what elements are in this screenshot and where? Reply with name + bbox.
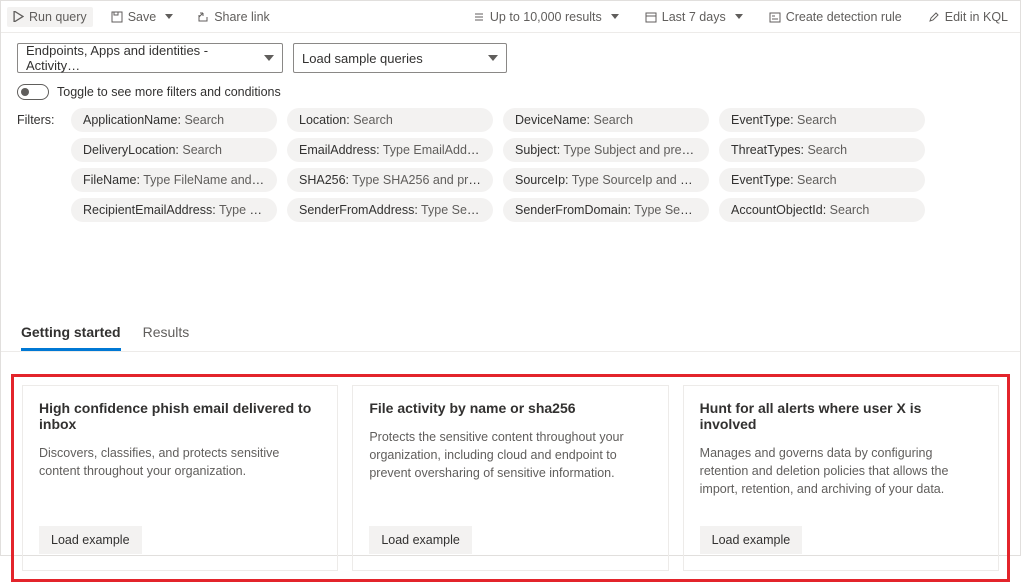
filter-pill[interactable]: DeviceName: Search <box>503 108 709 132</box>
filter-key: SenderFromAddress: <box>299 203 421 217</box>
chevron-down-icon <box>488 55 498 61</box>
filter-value: Type Sende… <box>634 203 709 217</box>
example-card-title: High confidence phish email delivered to… <box>39 400 321 432</box>
filters-toggle-label: Toggle to see more filters and condition… <box>57 85 281 99</box>
filters-toggle[interactable] <box>17 84 49 100</box>
filter-value: Search <box>182 143 222 157</box>
filter-value: Search <box>353 113 393 127</box>
tab-results[interactable]: Results <box>143 318 190 351</box>
results-limit-button[interactable]: Up to 10,000 results <box>467 7 625 27</box>
filter-key: EventType: <box>731 173 797 187</box>
time-range-label: Last 7 days <box>662 10 726 24</box>
filter-value: Type SHA256 and pres… <box>352 173 493 187</box>
filter-key: SenderFromDomain: <box>515 203 634 217</box>
filter-value: Type SourceIp and pre… <box>572 173 709 187</box>
create-rule-label: Create detection rule <box>786 10 902 24</box>
filter-value: Type FileName and pr… <box>143 173 277 187</box>
filter-value: Type Subject and press … <box>563 143 709 157</box>
filters-area: Filters:ApplicationName: SearchLocation:… <box>1 106 1020 222</box>
play-icon <box>13 11 24 22</box>
list-icon <box>473 11 485 23</box>
calendar-icon <box>645 11 657 23</box>
filter-key: EmailAddress: <box>299 143 383 157</box>
run-query-button[interactable]: Run query <box>7 7 93 27</box>
example-card-desc: Manages and governs data by configuring … <box>700 444 982 498</box>
pencil-icon <box>928 11 940 23</box>
filter-pill[interactable]: RecipientEmailAddress: Type Rec… <box>71 198 277 222</box>
filter-key: DeliveryLocation: <box>83 143 182 157</box>
filter-key: EventType: <box>731 113 797 127</box>
filter-value: Search <box>594 113 634 127</box>
load-example-button[interactable]: Load example <box>700 526 803 554</box>
filter-value: Search <box>797 113 837 127</box>
save-button[interactable]: Save <box>105 7 180 27</box>
load-example-button[interactable]: Load example <box>369 526 472 554</box>
filter-key: RecipientEmailAddress: <box>83 203 219 217</box>
filter-value: Type Send… <box>421 203 493 217</box>
filters-toggle-row: Toggle to see more filters and condition… <box>1 81 1020 106</box>
run-query-label: Run query <box>29 10 87 24</box>
filters-label: Filters: <box>17 113 61 127</box>
filter-key: FileName: <box>83 173 143 187</box>
results-limit-label: Up to 10,000 results <box>490 10 602 24</box>
top-toolbar: Run query Save Share link Up to 10,000 r… <box>1 1 1020 33</box>
filter-pill[interactable]: EventType: Search <box>719 168 925 192</box>
sample-queries-label: Load sample queries <box>302 51 423 66</box>
share-link-label: Share link <box>214 10 270 24</box>
example-card-title: Hunt for all alerts where user X is invo… <box>700 400 982 432</box>
query-scope-row: Endpoints, Apps and identities - Activit… <box>1 33 1020 81</box>
filter-pill[interactable]: SourceIp: Type SourceIp and pre… <box>503 168 709 192</box>
example-card-desc: Discovers, classifies, and protects sens… <box>39 444 321 480</box>
filter-key: DeviceName: <box>515 113 594 127</box>
filter-value: Type Rec… <box>219 203 277 217</box>
share-link-button[interactable]: Share link <box>191 7 276 27</box>
examples-region: High confidence phish email delivered to… <box>11 374 1010 582</box>
filter-value: Search <box>797 173 837 187</box>
example-card: File activity by name or sha256 Protects … <box>352 385 668 571</box>
filter-key: Location: <box>299 113 353 127</box>
filter-value: Search <box>830 203 870 217</box>
filter-pill[interactable]: Location: Search <box>287 108 493 132</box>
filter-pill[interactable]: SenderFromAddress: Type Send… <box>287 198 493 222</box>
chevron-down-icon <box>264 55 274 61</box>
filter-key: Subject: <box>515 143 563 157</box>
edit-kql-label: Edit in KQL <box>945 10 1008 24</box>
filter-value: Search <box>807 143 847 157</box>
filter-pill[interactable]: ThreatTypes: Search <box>719 138 925 162</box>
example-card: High confidence phish email delivered to… <box>22 385 338 571</box>
example-card-title: File activity by name or sha256 <box>369 400 651 416</box>
load-example-button[interactable]: Load example <box>39 526 142 554</box>
edit-in-kql-button[interactable]: Edit in KQL <box>922 7 1014 27</box>
scope-dropdown[interactable]: Endpoints, Apps and identities - Activit… <box>17 43 283 73</box>
filter-pill[interactable]: AccountObjectId: Search <box>719 198 925 222</box>
example-card-desc: Protects the sensitive content throughou… <box>369 428 651 482</box>
filter-value: Search <box>184 113 224 127</box>
filter-pill[interactable]: EmailAddress: Type EmailAddres… <box>287 138 493 162</box>
filter-pill[interactable]: Subject: Type Subject and press … <box>503 138 709 162</box>
sample-queries-dropdown[interactable]: Load sample queries <box>293 43 507 73</box>
create-detection-rule-button[interactable]: Create detection rule <box>763 7 908 27</box>
filter-pill[interactable]: DeliveryLocation: Search <box>71 138 277 162</box>
save-icon <box>111 11 123 23</box>
filter-pill[interactable]: SHA256: Type SHA256 and pres… <box>287 168 493 192</box>
filter-key: SourceIp: <box>515 173 572 187</box>
filter-pill[interactable]: SenderFromDomain: Type Sende… <box>503 198 709 222</box>
filter-key: SHA256: <box>299 173 352 187</box>
filter-pill[interactable]: EventType: Search <box>719 108 925 132</box>
rule-icon <box>769 11 781 23</box>
filter-value: Type EmailAddres… <box>383 143 493 157</box>
filter-key: AccountObjectId: <box>731 203 830 217</box>
example-card: Hunt for all alerts where user X is invo… <box>683 385 999 571</box>
save-label: Save <box>128 10 157 24</box>
time-range-button[interactable]: Last 7 days <box>639 7 749 27</box>
scope-selected-label: Endpoints, Apps and identities - Activit… <box>26 43 264 73</box>
share-icon <box>197 11 209 23</box>
filter-key: ThreatTypes: <box>731 143 807 157</box>
filter-pill[interactable]: ApplicationName: Search <box>71 108 277 132</box>
filter-pill[interactable]: FileName: Type FileName and pr… <box>71 168 277 192</box>
filter-key: ApplicationName: <box>83 113 184 127</box>
tab-getting-started[interactable]: Getting started <box>21 318 121 351</box>
result-tabs: Getting started Results <box>1 318 1020 352</box>
